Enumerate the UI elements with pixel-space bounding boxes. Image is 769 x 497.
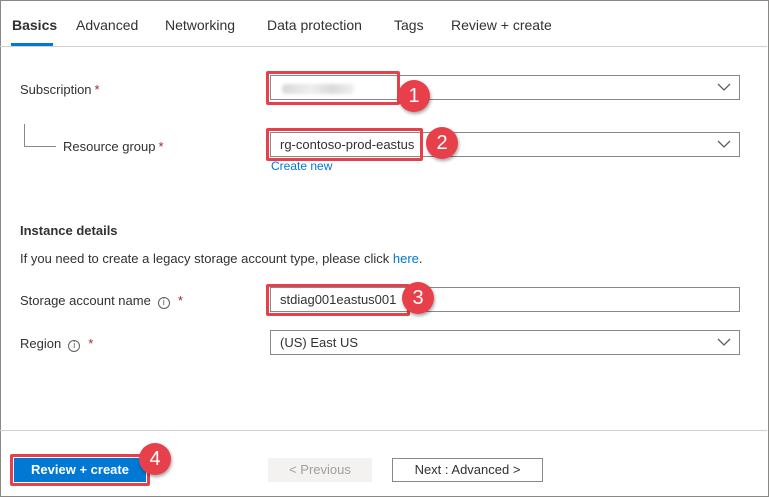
callout-highlight-2 (266, 128, 423, 161)
legacy-here-link[interactable]: here (393, 251, 419, 266)
info-icon[interactable]: i (157, 297, 170, 309)
tab-data-protection[interactable]: Data protection (267, 17, 362, 33)
tab-advanced[interactable]: Advanced (76, 17, 138, 33)
resource-group-label: Resource group * (63, 139, 164, 154)
callout-highlight-1 (266, 71, 400, 105)
resource-group-label-text: Resource group (63, 139, 156, 154)
callout-badge-3: 3 (402, 282, 434, 314)
tab-networking[interactable]: Networking (165, 17, 235, 33)
callout-badge-4: 4 (139, 443, 171, 475)
region-value: (US) East US (280, 335, 359, 350)
previous-button[interactable]: < Previous (268, 458, 372, 482)
instance-details-heading: Instance details (20, 223, 118, 238)
callout-badge-1: 1 (398, 80, 430, 112)
tree-connector-vertical (24, 124, 25, 147)
subscription-label-text: Subscription (20, 82, 92, 97)
info-icon[interactable]: i (68, 340, 81, 352)
chevron-down-icon (717, 338, 731, 346)
create-new-link[interactable]: Create new (271, 159, 332, 173)
callout-highlight-4 (10, 454, 150, 486)
callout-highlight-3 (266, 284, 410, 316)
storage-account-name-label: Storage account name i * (20, 293, 183, 309)
tab-basics[interactable]: Basics (12, 17, 57, 33)
region-label-text: Region (20, 336, 62, 351)
active-tab-indicator (11, 43, 53, 46)
storage-account-name-label-text: Storage account name (20, 293, 151, 308)
callout-badge-2: 2 (426, 127, 458, 159)
footer-divider (0, 430, 767, 431)
required-marker: * (88, 336, 94, 351)
next-advanced-button[interactable]: Next : Advanced > (392, 458, 543, 482)
tab-review-create[interactable]: Review + create (451, 17, 552, 33)
region-label: Region i * (20, 336, 93, 352)
tab-bar: Basics Advanced Networking Data protecti… (0, 0, 767, 47)
required-marker: * (94, 82, 100, 97)
legacy-notice-text: If you need to create a legacy storage a… (20, 251, 393, 266)
required-marker: * (158, 139, 164, 154)
subscription-label: Subscription * (20, 82, 100, 97)
legacy-account-notice: If you need to create a legacy storage a… (20, 251, 423, 266)
chevron-down-icon (717, 83, 731, 91)
required-marker: * (177, 293, 183, 308)
legacy-notice-suffix: . (418, 251, 423, 266)
region-dropdown[interactable]: (US) East US (270, 330, 740, 355)
tab-tags[interactable]: Tags (394, 17, 424, 33)
tree-connector-horizontal (24, 146, 56, 147)
chevron-down-icon (717, 140, 731, 148)
